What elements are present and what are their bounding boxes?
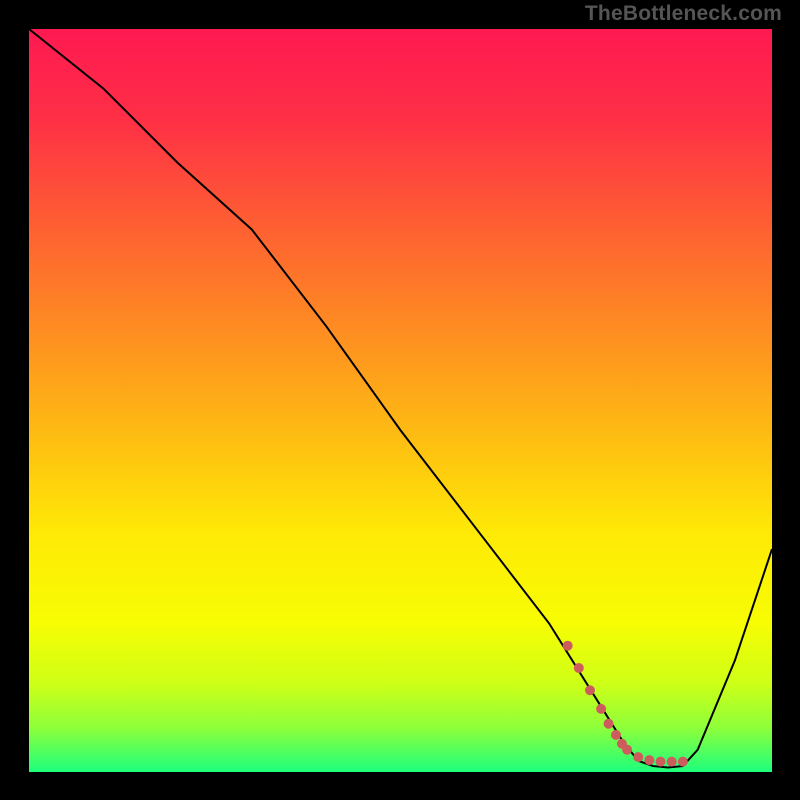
watermark-text: TheBottleneck.com xyxy=(585,2,782,26)
marker-dot xyxy=(563,641,573,651)
chart-svg xyxy=(29,29,772,772)
marker-dot xyxy=(667,757,677,767)
marker-dot xyxy=(596,704,606,714)
marker-dot xyxy=(644,755,654,765)
marker-dot xyxy=(604,719,614,729)
marker-dot xyxy=(656,757,666,767)
marker-dot xyxy=(574,663,584,673)
marker-dot xyxy=(633,752,643,762)
marker-dot xyxy=(585,685,595,695)
marker-dot xyxy=(622,745,632,755)
chart-background xyxy=(29,29,772,772)
chart-area xyxy=(29,29,772,772)
marker-dot xyxy=(678,757,688,767)
marker-dot xyxy=(611,730,621,740)
